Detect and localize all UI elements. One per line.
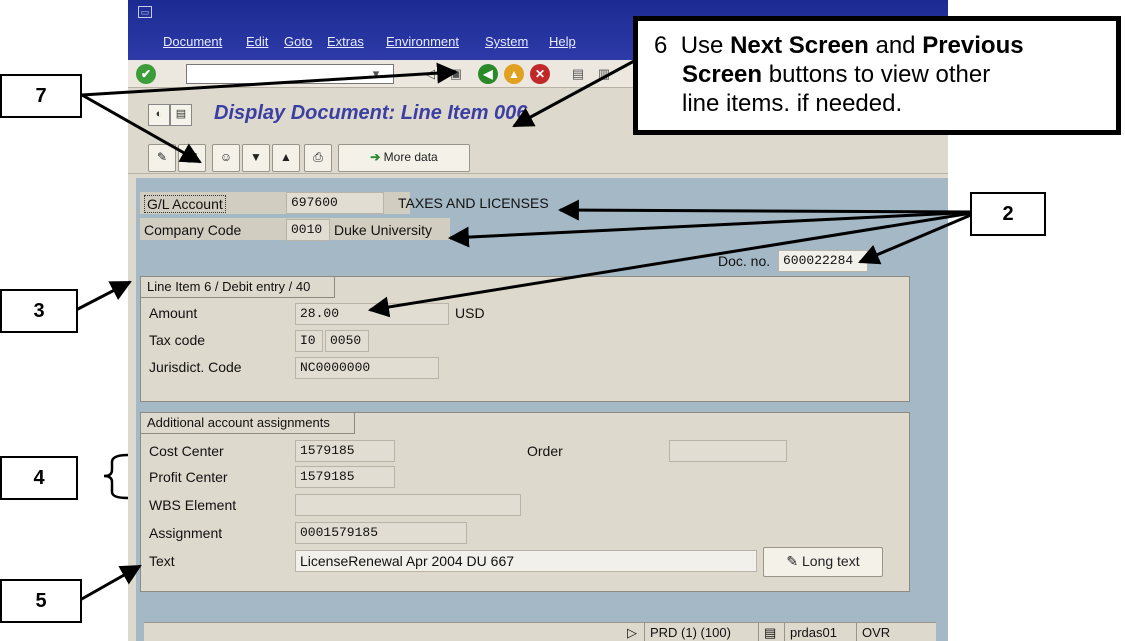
document-header-icon[interactable]: ▣	[178, 144, 206, 172]
callout-6-line-3: line items. if needed.	[682, 90, 903, 117]
menu-goto[interactable]: Goto	[284, 34, 312, 49]
callout-2: 2	[970, 192, 1046, 236]
callout-6-line-1: 6 Use Next Screen and Previous	[654, 32, 1024, 59]
long-text-icon: ✎	[786, 553, 802, 569]
application-toolbar: ✎ ▣ ☺ ▼ ▲ ⎙ ➔ More data	[128, 140, 948, 174]
glasses-icon[interactable]: ◐	[148, 104, 170, 126]
document-number-field[interactable]: 600022284	[778, 250, 868, 272]
jurisdiction-code-field[interactable]: NC0000000	[295, 357, 439, 379]
order-field[interactable]	[669, 440, 787, 462]
next-screen-icon[interactable]: ▼	[242, 144, 270, 172]
status-list-icon[interactable]: ▤	[758, 623, 781, 641]
arrow-right-icon: ➔	[370, 150, 384, 164]
person-icon[interactable]: ☺	[212, 144, 240, 172]
company-code-label: Company Code	[144, 222, 242, 238]
save-icon[interactable]: ▣	[446, 64, 466, 84]
find-icon[interactable]: ▥	[594, 64, 614, 84]
menu-document[interactable]: Document	[163, 34, 222, 49]
back-icon[interactable]: ◀	[478, 64, 498, 84]
callout-6: 6 Use Next Screen and Previous Screen bu…	[633, 16, 1121, 135]
callout-3: 3	[0, 289, 78, 333]
text-field[interactable]: LicenseRenewal Apr 2004 DU 667	[295, 550, 757, 572]
menu-extras[interactable]: Extras	[327, 34, 364, 49]
menu-edit[interactable]: Edit	[246, 34, 268, 49]
additional-assignments-group: Additional account assignments Cost Cent…	[140, 412, 910, 592]
profit-center-label: Profit Center	[149, 469, 228, 485]
tax-code-field[interactable]: I0	[295, 330, 323, 352]
company-code-field[interactable]: 0010	[286, 219, 330, 241]
change-pencil-icon[interactable]: ✎	[148, 144, 176, 172]
status-bar: ▷ PRD (1) (100) ▤ prdas01 OVR	[144, 622, 936, 641]
print-icon[interactable]: ▤	[568, 64, 588, 84]
tax-jurisdiction-field[interactable]: 0050	[325, 330, 369, 352]
currency-label: USD	[455, 305, 485, 321]
gl-account-label: G/L Account	[144, 195, 226, 213]
callout-7: 7	[0, 74, 82, 118]
command-dropdown-icon[interactable]: ▾	[366, 64, 386, 84]
page-title: Display Document: Line Item 006	[214, 102, 528, 124]
status-server: prdas01	[784, 623, 842, 641]
document-icon[interactable]: ▤	[170, 104, 192, 126]
brace-4	[103, 453, 129, 500]
cancel-icon[interactable]: ✕	[530, 64, 550, 84]
callout-5: 5	[0, 579, 82, 623]
menu-system[interactable]: System	[485, 34, 528, 49]
wbs-element-label: WBS Element	[149, 497, 237, 513]
gl-account-field[interactable]: 697600	[286, 192, 384, 214]
system-menu-icon[interactable]: ▭	[138, 6, 152, 18]
more-data-button[interactable]: ➔ More data	[338, 144, 470, 172]
menu-help[interactable]: Help	[549, 34, 576, 49]
back-arrow-icon[interactable]: ◁	[420, 64, 440, 84]
status-expand-icon[interactable]: ▷	[622, 623, 642, 641]
content-area: G/L Account 697600 TAXES AND LICENSES Co…	[136, 178, 948, 641]
command-field[interactable]	[186, 64, 394, 84]
more-data-label: More data	[383, 150, 438, 164]
exit-icon[interactable]: ▲	[504, 64, 524, 84]
print-icon[interactable]: ⎙	[304, 144, 332, 172]
line-item-group: Line Item 6 / Debit entry / 40 Amount 28…	[140, 276, 910, 402]
long-text-label: Long text	[802, 553, 860, 569]
wbs-element-field[interactable]	[295, 494, 521, 516]
text-label: Text	[149, 553, 175, 569]
status-system: PRD (1) (100)	[644, 623, 736, 641]
arrow-3	[75, 280, 132, 312]
jurisdiction-code-label: Jurisdict. Code	[149, 359, 242, 375]
additional-assignments-title: Additional account assignments	[141, 413, 355, 434]
line-item-group-title: Line Item 6 / Debit entry / 40	[141, 277, 336, 298]
assignment-label: Assignment	[149, 525, 223, 541]
order-label: Order	[527, 443, 563, 459]
gl-account-description: TAXES AND LICENSES	[398, 195, 549, 211]
previous-screen-icon[interactable]: ▲	[272, 144, 300, 172]
cost-center-label: Cost Center	[149, 443, 224, 459]
assignment-field[interactable]: 0001579185	[295, 522, 467, 544]
company-code-description: Duke University	[334, 222, 433, 238]
callout-6-line-2: Screen buttons to view other	[682, 61, 991, 88]
long-text-button[interactable]: ✎ Long text	[763, 547, 883, 577]
enter-check-icon[interactable]: ✔	[136, 64, 156, 84]
profit-center-field[interactable]: 1579185	[295, 466, 395, 488]
callout-4: 4	[0, 456, 78, 500]
menu-environment[interactable]: Environment	[386, 34, 459, 49]
cost-center-field[interactable]: 1579185	[295, 440, 395, 462]
amount-field[interactable]: 28.00	[295, 303, 449, 325]
status-mode: OVR	[856, 623, 895, 641]
tax-code-label: Tax code	[149, 332, 206, 348]
document-number-label: Doc. no.	[718, 253, 771, 269]
amount-label: Amount	[149, 305, 198, 321]
